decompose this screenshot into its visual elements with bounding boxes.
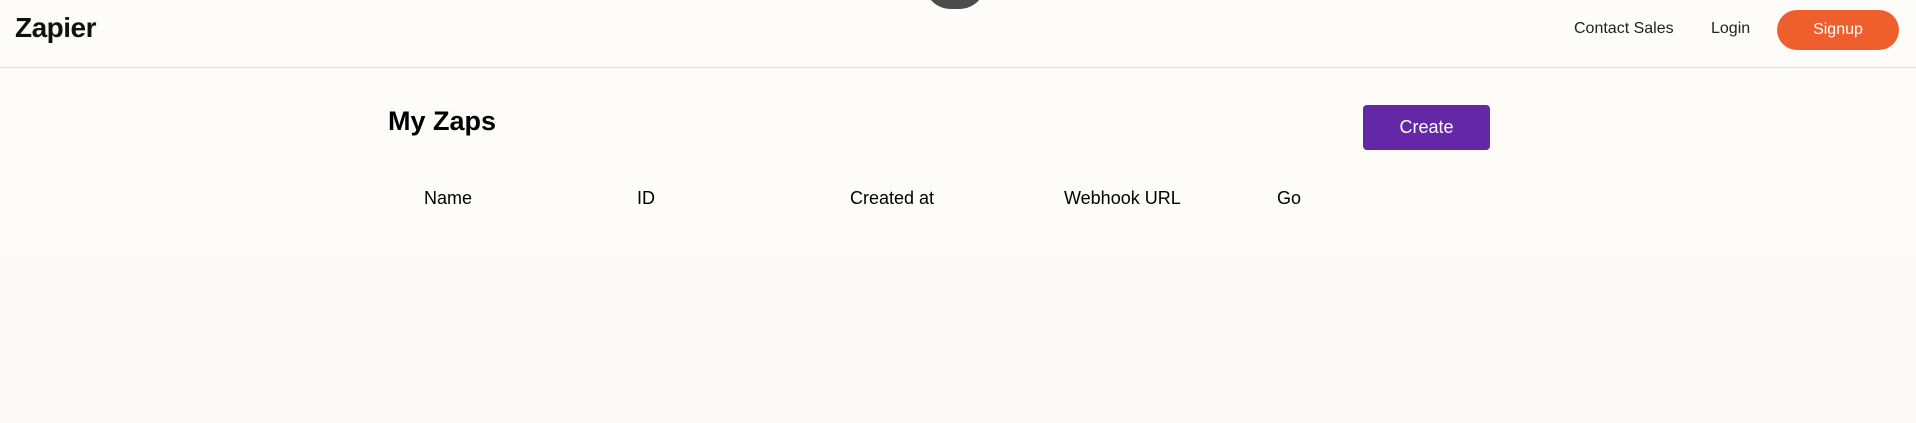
main-content: My Zaps Create Name ID Created at Webhoo… xyxy=(0,68,1916,258)
top-navbar: Zapier Contact Sales Login Signup xyxy=(0,0,1916,68)
login-link[interactable]: Login xyxy=(1711,20,1750,38)
column-header-go: Go xyxy=(1277,188,1302,208)
column-header-name: Name xyxy=(424,188,473,208)
contact-sales-link[interactable]: Contact Sales xyxy=(1574,20,1674,38)
column-header-id: ID xyxy=(637,188,655,208)
column-header-webhook-url: Webhook URL xyxy=(1064,188,1181,208)
avatar-circle-icon xyxy=(924,0,986,9)
column-header-created-at: Created at xyxy=(850,188,935,208)
signup-button[interactable]: Signup xyxy=(1777,10,1899,50)
zapier-logo[interactable]: Zapier xyxy=(15,12,97,44)
lower-empty-area xyxy=(0,258,1916,423)
create-zap-button[interactable]: Create xyxy=(1363,105,1490,150)
page-title: My Zaps xyxy=(388,106,497,136)
